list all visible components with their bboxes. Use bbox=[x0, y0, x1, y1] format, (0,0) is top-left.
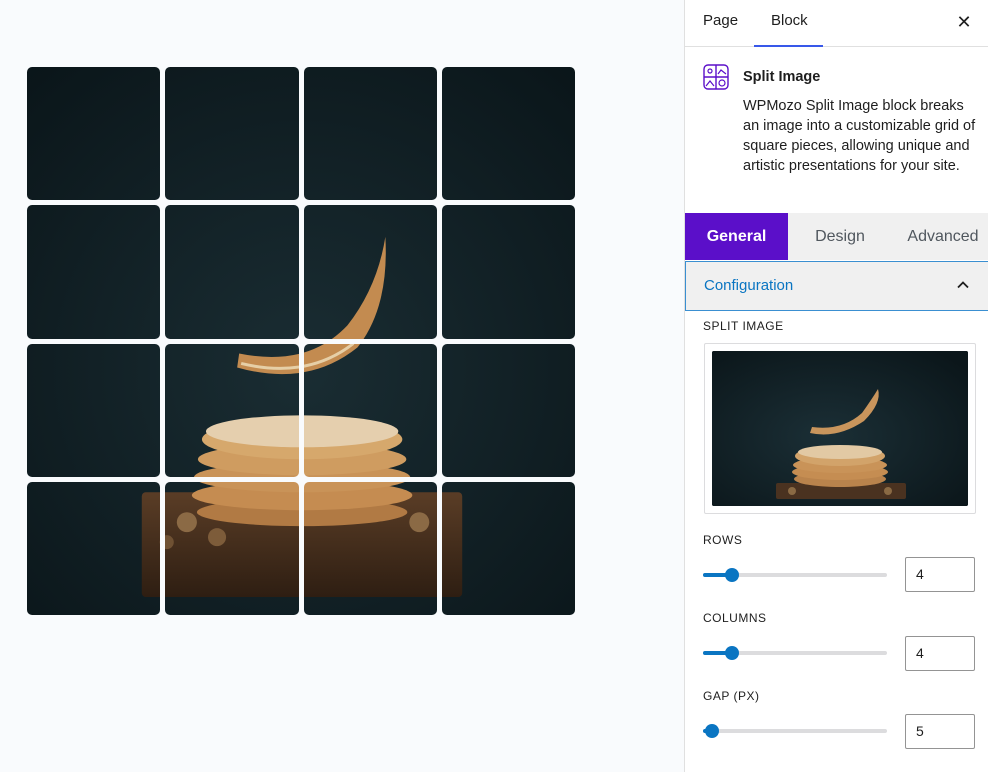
close-icon[interactable]: ✕ bbox=[954, 12, 974, 32]
split-tile bbox=[27, 481, 161, 615]
block-description: WPMozo Split Image block breaks an image… bbox=[743, 98, 976, 174]
split-tile bbox=[441, 205, 575, 339]
gap-label: GAP (PX) bbox=[703, 689, 760, 703]
split-tile bbox=[441, 343, 575, 477]
settings-tabs: General Design Advanced bbox=[685, 213, 988, 260]
split-tile bbox=[441, 481, 575, 615]
tab-block[interactable]: Block bbox=[754, 0, 823, 47]
split-image-grid[interactable] bbox=[27, 67, 575, 615]
split-tile bbox=[441, 67, 575, 201]
sidebar-header: Page Block ✕ bbox=[685, 0, 988, 47]
split-tile bbox=[303, 481, 437, 615]
columns-slider[interactable] bbox=[703, 643, 887, 663]
block-settings-sidebar: Page Block ✕ Split Image WPMozo Split Im… bbox=[684, 0, 988, 772]
tab-advanced[interactable]: Advanced bbox=[897, 213, 988, 260]
split-tile bbox=[165, 343, 299, 477]
split-image-picker[interactable] bbox=[704, 343, 976, 514]
panel-title: Configuration bbox=[704, 277, 794, 294]
split-tile bbox=[303, 67, 437, 201]
split-tile bbox=[27, 205, 161, 339]
configuration-panel-toggle[interactable]: Configuration bbox=[685, 261, 988, 311]
columns-label: COLUMNS bbox=[703, 611, 767, 625]
rows-number-input[interactable]: 4 bbox=[905, 557, 975, 592]
rows-slider[interactable] bbox=[703, 565, 887, 585]
gap-number-input[interactable]: 5 bbox=[905, 714, 975, 749]
tab-design[interactable]: Design bbox=[800, 213, 880, 260]
split-tile bbox=[27, 343, 161, 477]
tab-page[interactable]: Page bbox=[703, 0, 738, 47]
split-tile bbox=[165, 205, 299, 339]
chevron-up-icon bbox=[957, 281, 969, 289]
columns-slider-thumb[interactable] bbox=[725, 646, 740, 660]
image-preview bbox=[712, 351, 968, 506]
split-tile bbox=[27, 67, 161, 201]
split-tile bbox=[303, 205, 437, 339]
split-image-icon bbox=[703, 64, 729, 90]
split-image-label: SPLIT IMAGE bbox=[703, 319, 784, 333]
rows-slider-thumb[interactable] bbox=[725, 568, 740, 582]
split-tile bbox=[303, 343, 437, 477]
editor-canvas bbox=[0, 0, 684, 772]
gap-slider[interactable] bbox=[703, 721, 887, 741]
pancake-preview-image bbox=[712, 351, 968, 506]
block-title: Split Image bbox=[743, 69, 821, 85]
rows-label: ROWS bbox=[703, 533, 743, 547]
split-tile bbox=[165, 481, 299, 615]
split-tile bbox=[165, 67, 299, 201]
gap-slider-thumb[interactable] bbox=[705, 724, 720, 738]
columns-number-input[interactable]: 4 bbox=[905, 636, 975, 671]
tab-general[interactable]: General bbox=[685, 213, 788, 260]
